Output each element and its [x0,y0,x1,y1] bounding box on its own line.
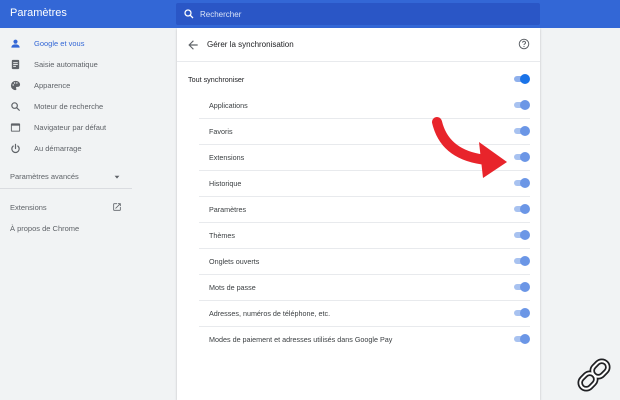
sync-item-label: Paramètres [209,205,247,214]
sidebar-item-google-et-vous[interactable]: Google et vous [0,34,132,54]
red-arrow-annotation [432,117,507,178]
search-box[interactable] [176,3,540,25]
toggle-knob [520,152,530,162]
extensions-link-label: Extensions [10,203,47,212]
toggle-knob [520,230,530,240]
sync-item-modes-de-paiement: Modes de paiement et adresses utilisés d… [177,327,540,353]
sidebar-item-label: Saisie automatique [34,60,98,69]
themes-toggle[interactable] [514,230,530,240]
toggle-knob [520,100,530,110]
search-icon [184,9,194,19]
sync-item-adresses: Adresses, numéros de téléphone, etc. [177,301,540,327]
toggle-knob [520,256,530,266]
link-logo-watermark [577,358,611,392]
sidebar-item-au-demarrage[interactable]: Au démarrage [0,139,132,159]
sync-item-onglets-ouverts: Onglets ouverts [177,249,540,275]
sidebar: Google et vous Saisie automatique Appare… [0,28,132,400]
toggle-knob [520,204,530,214]
about-chrome-label: À propos de Chrome [10,224,80,233]
browser-icon [10,123,21,132]
toggle-knob [520,282,530,292]
power-icon [11,143,20,154]
app-title: Paramètres [10,7,67,19]
sync-item-label: Modes de paiement et adresses utilisés d… [209,335,393,344]
sync-item-label: Extensions [209,153,245,162]
sidebar-item-label: Au démarrage [34,144,82,153]
adresses-toggle[interactable] [514,308,530,318]
extensions-link[interactable]: Extensions [10,203,47,212]
sync-item-themes: Thèmes [177,223,540,249]
toggle-knob [520,178,530,188]
sync-item-mots-de-passe: Mots de passe [177,275,540,301]
sidebar-item-label: Google et vous [34,39,85,48]
header-divider [177,61,540,62]
sync-all-label: Tout synchroniser [188,75,245,84]
sidebar-item-label: Moteur de recherche [34,102,104,111]
sidebar-divider [0,188,132,189]
sidebar-item-label: Navigateur par défaut [34,123,107,132]
onglets-ouverts-toggle[interactable] [514,256,530,266]
advanced-settings-toggle[interactable]: Paramètres avancés [10,172,79,181]
modes-de-paiement-toggle[interactable] [514,334,530,344]
parametres-toggle[interactable] [514,204,530,214]
back-arrow-icon[interactable] [186,38,200,52]
sync-item-label: Applications [209,101,248,110]
top-bar: Paramètres [0,0,620,28]
search-input[interactable] [200,6,530,22]
advanced-settings-label: Paramètres avancés [10,172,79,181]
applications-toggle[interactable] [514,100,530,110]
sync-all-toggle[interactable] [514,74,530,84]
toggle-knob [520,308,530,318]
page-title: Gérer la synchronisation [207,40,294,49]
sync-item-parametres: Paramètres [177,197,540,223]
caret-down-icon [114,175,120,179]
sync-item-label: Adresses, numéros de téléphone, etc. [209,309,331,318]
sync-item-label: Favoris [209,127,233,136]
sync-item-label: Onglets ouverts [209,257,260,266]
help-icon[interactable] [518,38,530,50]
sync-settings-panel: Gérer la synchronisation Tout synchronis… [177,28,540,400]
sync-item-label: Thèmes [209,231,235,240]
mots-de-passe-toggle[interactable] [514,282,530,292]
toggle-knob [520,126,530,136]
person-icon [11,39,20,48]
sync-item-label: Mots de passe [209,283,256,292]
palette-icon [10,80,21,91]
sidebar-item-apparence[interactable]: Apparence [0,76,132,96]
sidebar-item-moteur-de-recherche[interactable]: Moteur de recherche [0,97,132,117]
sync-all-row: Tout synchroniser [177,67,540,93]
sidebar-item-navigateur-par-defaut[interactable]: Navigateur par défaut [0,118,132,138]
sidebar-item-saisie-automatique[interactable]: Saisie automatique [0,55,132,75]
open-in-new-icon[interactable] [112,202,122,212]
about-chrome-link[interactable]: À propos de Chrome [10,224,79,233]
toggle-knob [520,334,530,344]
autofill-icon [11,59,20,70]
search-icon [11,102,21,112]
sync-item-label: Historique [209,179,242,188]
toggle-knob [520,74,530,84]
sidebar-item-label: Apparence [34,81,71,90]
